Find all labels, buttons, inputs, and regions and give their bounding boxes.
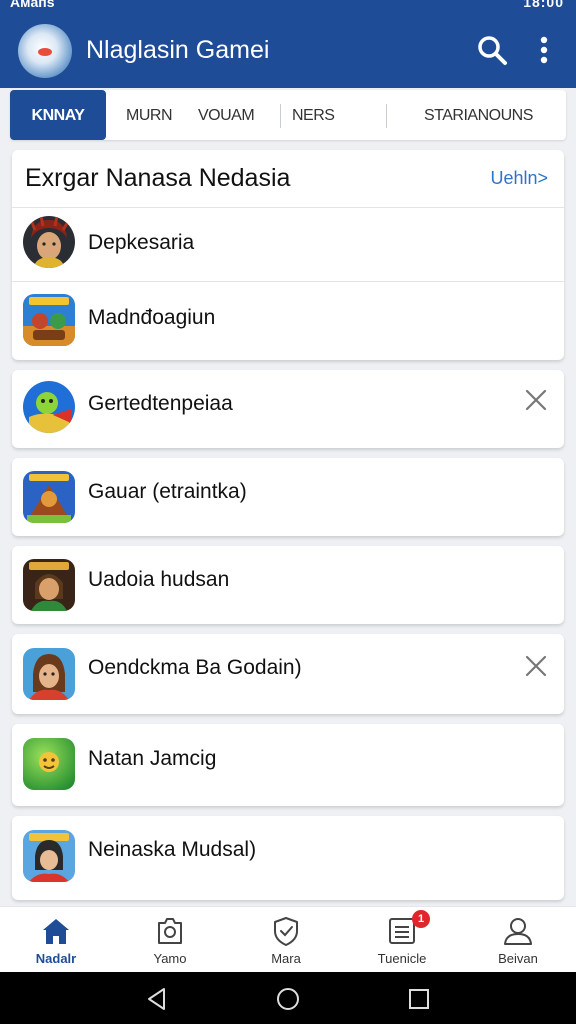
back-icon[interactable] bbox=[144, 986, 170, 1012]
list-item-label: Uadoia hudsan bbox=[88, 568, 230, 591]
nav-label: Tuenicle bbox=[377, 951, 427, 966]
tab-starianouns[interactable]: STARIANOUNS bbox=[424, 90, 533, 140]
list-item[interactable]: Depkesaria bbox=[12, 208, 564, 281]
close-icon bbox=[525, 655, 547, 677]
nav-item-mara[interactable]: Mara bbox=[236, 907, 336, 973]
nav-label: Beivan bbox=[498, 951, 538, 966]
more-options-button[interactable] bbox=[530, 34, 558, 66]
game-icon bbox=[23, 559, 75, 611]
search-button[interactable] bbox=[474, 32, 510, 68]
list-item[interactable]: Gertedtenpeiaa bbox=[12, 370, 564, 448]
list-item[interactable]: Neinaska Mudsal) bbox=[12, 816, 564, 900]
bottom-navigation: Nadalr Yamo Mara 1 Tuenicle Beivan bbox=[0, 906, 576, 972]
game-avatar bbox=[23, 381, 75, 433]
section-title: Exrgar Nanasa Nedasia bbox=[25, 164, 291, 192]
list-item[interactable]: Gauar (etraintka) bbox=[12, 458, 564, 536]
profile-icon bbox=[504, 918, 532, 945]
game-avatar bbox=[23, 216, 75, 268]
tab-label: VOUAM bbox=[198, 107, 255, 124]
tab-ners[interactable]: NERS bbox=[292, 90, 335, 140]
game-icon bbox=[23, 738, 75, 790]
nav-item-yamo[interactable]: Yamo bbox=[120, 907, 220, 973]
status-left-text: Aмaпs bbox=[10, 0, 55, 10]
game-icon bbox=[23, 471, 75, 523]
nav-label: Nadalr bbox=[35, 951, 77, 966]
tab-label: KNNAY bbox=[31, 107, 85, 124]
list-item-label: Gertedtenpeiaa bbox=[88, 392, 233, 415]
game-icon bbox=[23, 648, 75, 700]
app-title: Nlaglasin Gamei bbox=[86, 36, 270, 64]
app-logo bbox=[18, 24, 72, 78]
see-more-link[interactable]: Uehln> bbox=[490, 168, 548, 189]
game-icon bbox=[23, 830, 75, 882]
home-icon bbox=[43, 919, 69, 944]
tab-murn[interactable]: MURN bbox=[126, 90, 173, 140]
list-item-label: Natan Jamcig bbox=[88, 747, 217, 770]
nav-item-nadalr[interactable]: Nadalr bbox=[6, 907, 106, 973]
list-item[interactable]: Madnđoagiun bbox=[12, 282, 564, 360]
tab-divider bbox=[280, 104, 281, 128]
list-item-label: Gauar (etraintka) bbox=[88, 480, 247, 503]
tab-label: STARIANOUNS bbox=[424, 107, 533, 124]
nav-item-beivan[interactable]: Beivan bbox=[468, 907, 568, 973]
tab-label: MURN bbox=[126, 107, 173, 124]
list-item-label: Neinaska Mudsal) bbox=[88, 838, 257, 861]
nav-label: Mara bbox=[271, 951, 301, 966]
dismiss-button[interactable] bbox=[523, 387, 549, 413]
dismiss-button[interactable] bbox=[523, 653, 549, 679]
game-icon bbox=[23, 294, 75, 346]
search-icon bbox=[478, 36, 507, 65]
recents-icon[interactable] bbox=[406, 986, 432, 1012]
tab-vouam[interactable]: VOUAM bbox=[198, 90, 255, 140]
app-bar: Nlaglasin Gamei bbox=[0, 12, 576, 88]
list-item-label: Depkesaria bbox=[88, 231, 195, 254]
more-vertical-icon bbox=[540, 36, 548, 64]
nav-item-tuenicle[interactable]: 1 Tuenicle bbox=[352, 907, 452, 973]
system-navigation-bar bbox=[0, 972, 576, 1024]
tab-divider bbox=[386, 104, 387, 128]
list-item[interactable]: Natan Jamcig bbox=[12, 724, 564, 806]
list-item[interactable]: Oendckma Ba Godain) bbox=[12, 634, 564, 714]
status-time: 18:00 bbox=[523, 0, 564, 10]
tab-label: NERS bbox=[292, 107, 335, 124]
featured-section: Exrgar Nanasa Nedasia Uehln> Depkesaria bbox=[12, 150, 564, 360]
list-item-label: Oendckma Ba Godain) bbox=[88, 656, 302, 679]
home-circle-icon[interactable] bbox=[275, 986, 301, 1012]
nav-label: Yamo bbox=[153, 951, 187, 966]
tab-knnay[interactable]: KNNAY bbox=[10, 90, 106, 140]
close-icon bbox=[525, 389, 547, 411]
camera-icon bbox=[158, 918, 182, 944]
notification-badge: 1 bbox=[412, 910, 430, 928]
list-item[interactable]: Uadoia hudsan bbox=[12, 546, 564, 624]
list-item-label: Madnđoagiun bbox=[88, 306, 216, 329]
shield-check-icon bbox=[274, 917, 298, 946]
status-bar: Aмaпs 18:00 bbox=[0, 0, 576, 12]
tab-bar: KNNAY MURN VOUAM NERS STARIANOUNS bbox=[10, 90, 566, 140]
